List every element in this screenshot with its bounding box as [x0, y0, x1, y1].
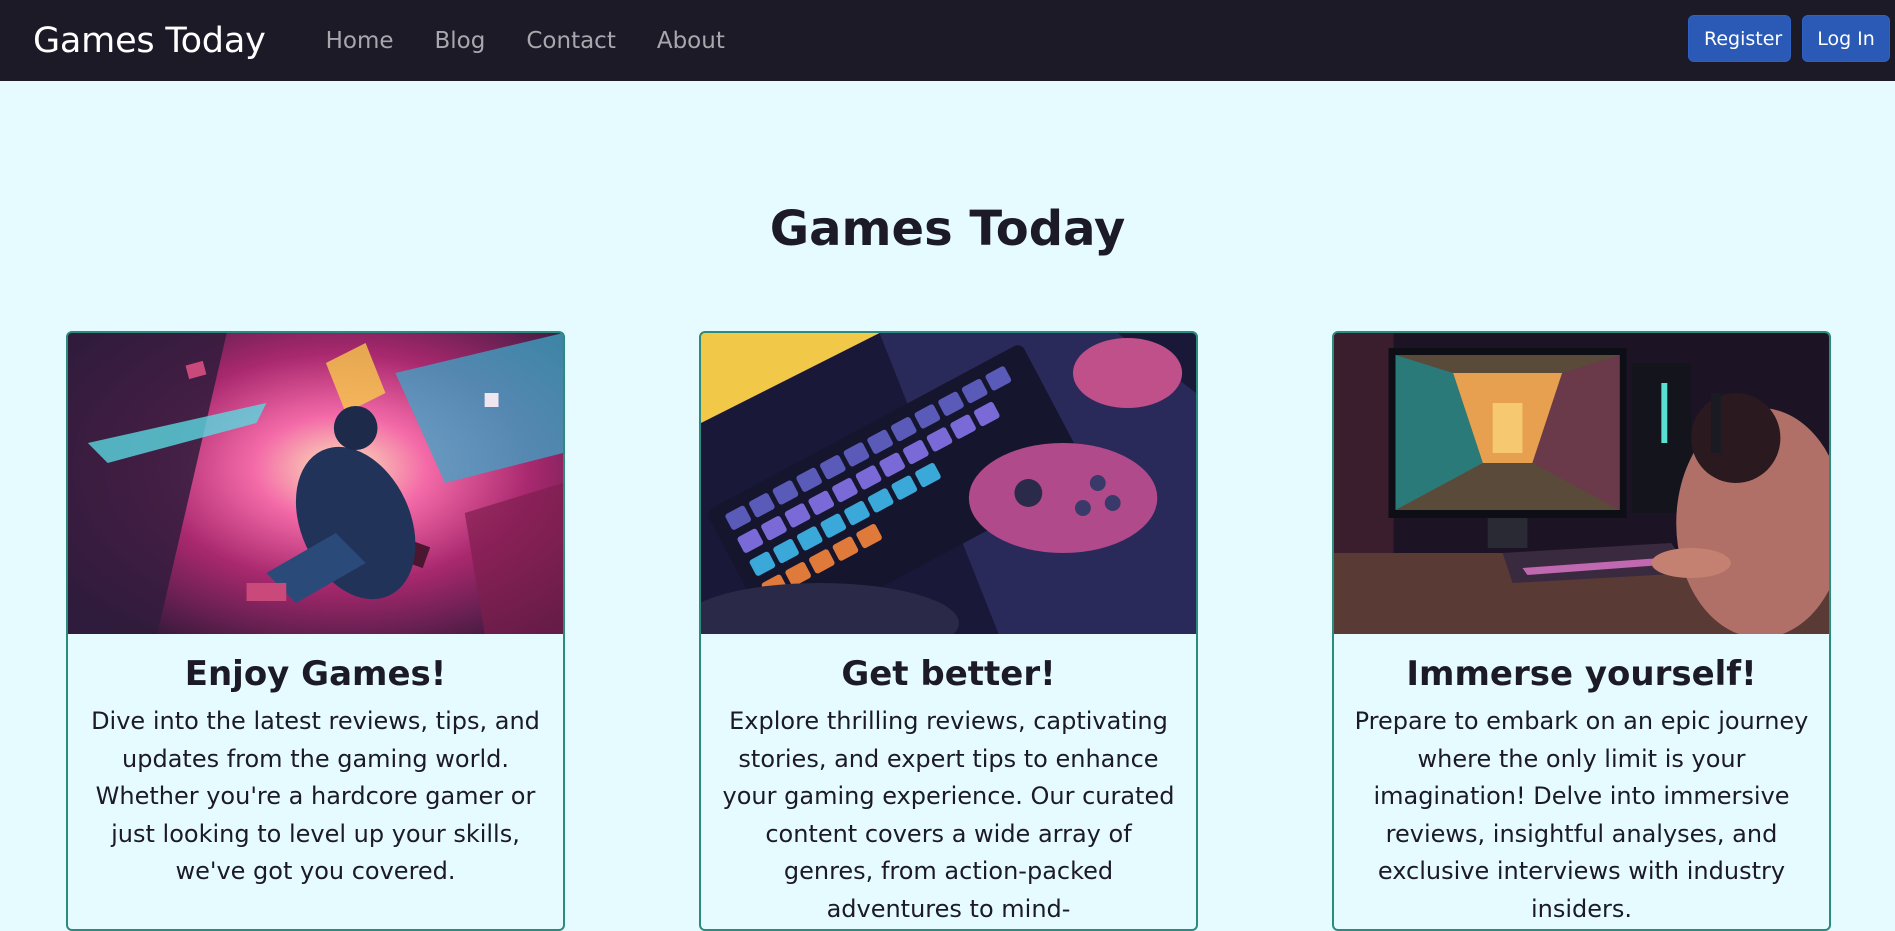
- card-body: Immerse yourself! Prepare to embark on a…: [1334, 634, 1829, 928]
- card-image-keyboard-controller: [701, 333, 1196, 634]
- page-title: Games Today: [769, 201, 1126, 257]
- card-text: Prepare to embark on an epic journey whe…: [1354, 707, 1809, 923]
- nav-link-blog[interactable]: Blog: [435, 28, 486, 54]
- nav-link-about[interactable]: About: [657, 28, 725, 54]
- login-button[interactable]: Log In: [1802, 15, 1890, 62]
- card-image-gamer-monitor: [1334, 333, 1829, 634]
- nav-link-contact[interactable]: Contact: [526, 28, 615, 54]
- card-body: Enjoy Games! Dive into the latest review…: [68, 634, 563, 891]
- register-button[interactable]: Register: [1688, 15, 1791, 62]
- card-body: Get better! Explore thrilling reviews, c…: [701, 634, 1196, 928]
- card-text: Dive into the latest reviews, tips, and …: [91, 707, 540, 885]
- card-title: Immerse yourself!: [1406, 654, 1757, 694]
- nav-link-home[interactable]: Home: [326, 28, 394, 54]
- card-immerse-yourself: Immerse yourself! Prepare to embark on a…: [1332, 331, 1831, 931]
- card-enjoy-games: Enjoy Games! Dive into the latest review…: [66, 331, 565, 931]
- card-get-better: Get better! Explore thrilling reviews, c…: [699, 331, 1198, 931]
- card-text: Explore thrilling reviews, captivating s…: [722, 707, 1175, 923]
- auth-buttons: Register Log In: [1688, 15, 1890, 62]
- card-image-gamer-explosion: [68, 333, 563, 634]
- card-title: Get better!: [841, 654, 1056, 694]
- top-navbar: Games Today Home Blog Contact About Regi…: [0, 0, 1895, 81]
- nav-links: Home Blog Contact About: [304, 28, 744, 54]
- brand-logo-text[interactable]: Games Today: [33, 21, 266, 61]
- card-title: Enjoy Games!: [184, 654, 447, 694]
